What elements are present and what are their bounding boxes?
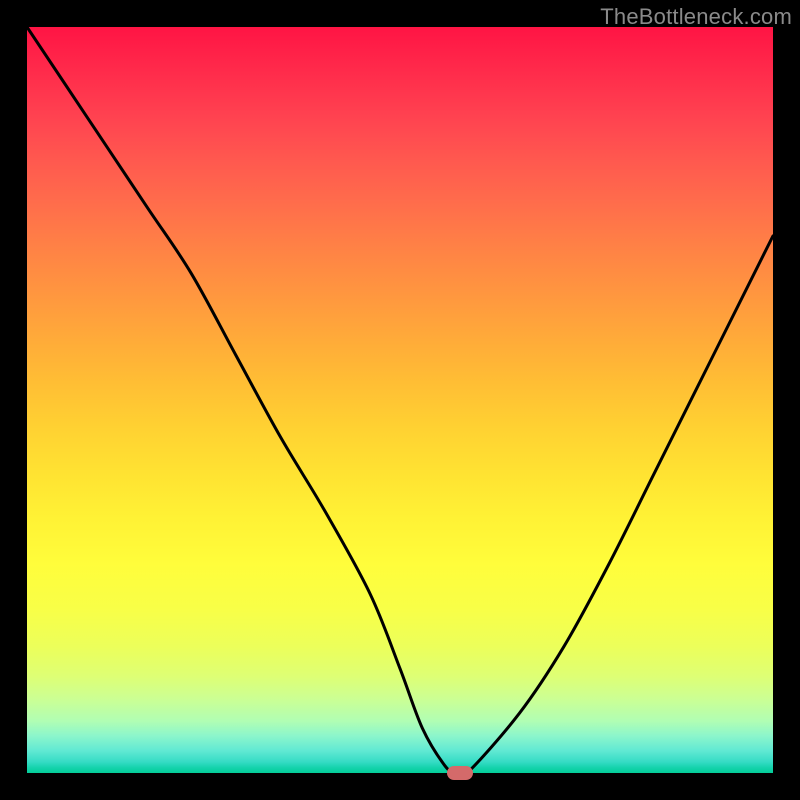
minimum-marker xyxy=(447,766,473,780)
chart-frame: TheBottleneck.com xyxy=(0,0,800,800)
watermark-text: TheBottleneck.com xyxy=(600,4,792,30)
gradient-plot-area xyxy=(27,27,773,773)
